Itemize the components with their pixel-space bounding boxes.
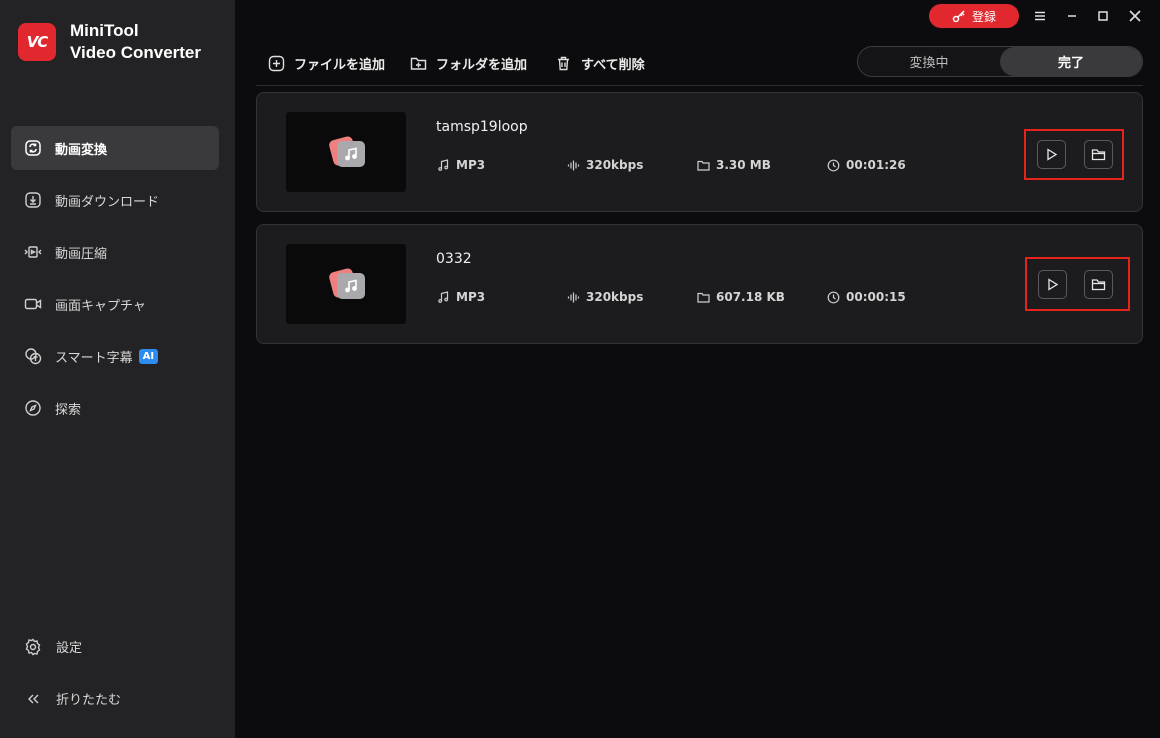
sidebar-item-label: 画面キャプチャ xyxy=(55,298,146,314)
format-value: MP3 xyxy=(456,158,486,172)
sidebar-nav: 動画変換 動画ダウンロード 動画圧縮 画面キャプチャ スマート字幕 AI 探索 xyxy=(11,126,219,438)
duration-value: 00:01:26 xyxy=(846,158,906,172)
sidebar-item-video-convert[interactable]: 動画変換 xyxy=(11,126,219,170)
sidebar-item-smart-subtitle[interactable]: スマート字幕 AI xyxy=(11,334,219,378)
open-folder-button[interactable] xyxy=(1084,140,1113,169)
collapse-button[interactable]: 折りたたむ xyxy=(24,689,224,708)
tab-completed[interactable]: 完了 xyxy=(1000,47,1142,76)
delete-all-label: すべて削除 xyxy=(581,57,645,73)
folder-icon xyxy=(1091,149,1106,161)
settings-label: 設定 xyxy=(56,641,83,656)
size-value: 607.18 KB xyxy=(716,290,785,304)
music-note-icon xyxy=(438,158,449,171)
add-files-label: ファイルを追加 xyxy=(294,57,386,73)
waveform-icon xyxy=(567,160,580,170)
camera-icon xyxy=(24,298,42,310)
sidebar-item-video-compress[interactable]: 動画圧縮 xyxy=(11,230,219,274)
close-icon xyxy=(1129,10,1141,22)
settings-button[interactable]: 設定 xyxy=(24,637,224,656)
app-title-line1: MiniTool xyxy=(70,21,139,40)
double-chevron-left-icon xyxy=(28,694,39,703)
play-button[interactable] xyxy=(1037,140,1066,169)
delete-all-button[interactable]: すべて削除 xyxy=(555,52,645,74)
sidebar: VC MiniTool Video Converter 動画変換 動画ダウンロー… xyxy=(0,0,235,738)
toolbar-divider xyxy=(256,85,1143,86)
file-name: tamsp19loop xyxy=(436,119,528,135)
duration-value: 00:00:15 xyxy=(846,290,906,304)
bitrate-value: 320kbps xyxy=(586,290,644,304)
action-highlight xyxy=(1024,129,1124,180)
waveform-icon xyxy=(567,292,580,302)
subtitle-icon xyxy=(25,348,42,365)
audio-thumbnail xyxy=(286,112,406,192)
collapse-label: 折りたたむ xyxy=(56,693,122,708)
download-icon xyxy=(25,192,41,208)
tab-converting[interactable]: 変換中 xyxy=(858,47,1000,76)
sidebar-item-label: 動画圧縮 xyxy=(55,246,108,262)
plus-circle-icon xyxy=(268,55,285,71)
trash-icon xyxy=(558,56,569,70)
file-size: 607.18 KB xyxy=(697,290,785,304)
ai-badge: AI xyxy=(138,348,159,364)
compress-icon xyxy=(24,246,42,258)
folder-icon xyxy=(1091,279,1106,291)
minimize-icon xyxy=(1068,15,1076,17)
play-icon xyxy=(1048,278,1059,291)
music-note-icon xyxy=(438,290,449,303)
file-duration: 00:01:26 xyxy=(827,158,906,172)
folder-icon xyxy=(697,292,710,303)
app-brand: VC MiniTool Video Converter xyxy=(18,20,201,64)
play-button[interactable] xyxy=(1038,270,1067,299)
music-note-icon xyxy=(337,273,365,299)
play-icon xyxy=(1047,148,1058,161)
convert-icon xyxy=(25,140,41,156)
folder-plus-icon xyxy=(410,57,427,70)
sidebar-item-label: スマート字幕 xyxy=(55,350,133,366)
sidebar-item-label: 動画変換 xyxy=(55,142,108,158)
add-folder-label: フォルダを追加 xyxy=(436,57,528,73)
add-folder-button[interactable]: フォルダを追加 xyxy=(410,52,527,74)
sidebar-item-video-download[interactable]: 動画ダウンロード xyxy=(11,178,219,222)
file-name: 0332 xyxy=(436,251,472,267)
bitrate-value: 320kbps xyxy=(586,158,644,172)
file-card: tamsp19loop MP3 320kbps 3.30 MB 00:01:26 xyxy=(256,92,1143,212)
clock-icon xyxy=(827,291,840,303)
menu-button[interactable] xyxy=(1030,6,1050,26)
sidebar-item-label: 探索 xyxy=(55,402,82,418)
register-button[interactable]: 登録 xyxy=(929,4,1019,28)
sidebar-item-explore[interactable]: 探索 xyxy=(11,386,219,430)
size-value: 3.30 MB xyxy=(716,158,771,172)
clock-icon xyxy=(827,159,840,171)
hamburger-menu-icon xyxy=(1035,11,1045,21)
close-button[interactable] xyxy=(1125,6,1145,26)
file-bitrate: 320kbps xyxy=(567,158,643,172)
format-value: MP3 xyxy=(456,290,486,304)
open-folder-button[interactable] xyxy=(1084,270,1113,299)
add-files-button[interactable]: ファイルを追加 xyxy=(268,52,385,74)
gear-icon xyxy=(25,638,41,655)
key-icon xyxy=(952,10,965,23)
sidebar-item-screen-capture[interactable]: 画面キャプチャ xyxy=(11,282,219,326)
file-card: 0332 MP3 320kbps 607.18 KB 00:00:15 xyxy=(256,224,1143,344)
maximize-button[interactable] xyxy=(1093,6,1113,26)
app-title: MiniTool Video Converter xyxy=(70,20,201,64)
file-bitrate: 320kbps xyxy=(567,290,643,304)
minimize-button[interactable] xyxy=(1062,6,1082,26)
app-logo: VC xyxy=(18,23,56,61)
audio-thumbnail xyxy=(286,244,406,324)
maximize-icon xyxy=(1098,11,1108,21)
register-label: 登録 xyxy=(971,9,996,24)
folder-icon xyxy=(697,160,710,171)
music-note-icon xyxy=(337,141,365,167)
app-title-line2: Video Converter xyxy=(70,43,202,62)
file-size: 3.30 MB xyxy=(697,158,771,172)
file-duration: 00:00:15 xyxy=(827,290,906,304)
file-format: MP3 xyxy=(437,290,485,304)
action-highlight xyxy=(1025,257,1130,311)
file-format: MP3 xyxy=(437,158,485,172)
compass-icon xyxy=(25,400,41,416)
sidebar-item-label: 動画ダウンロード xyxy=(55,194,160,210)
status-tabs: 変換中 完了 xyxy=(857,46,1143,77)
